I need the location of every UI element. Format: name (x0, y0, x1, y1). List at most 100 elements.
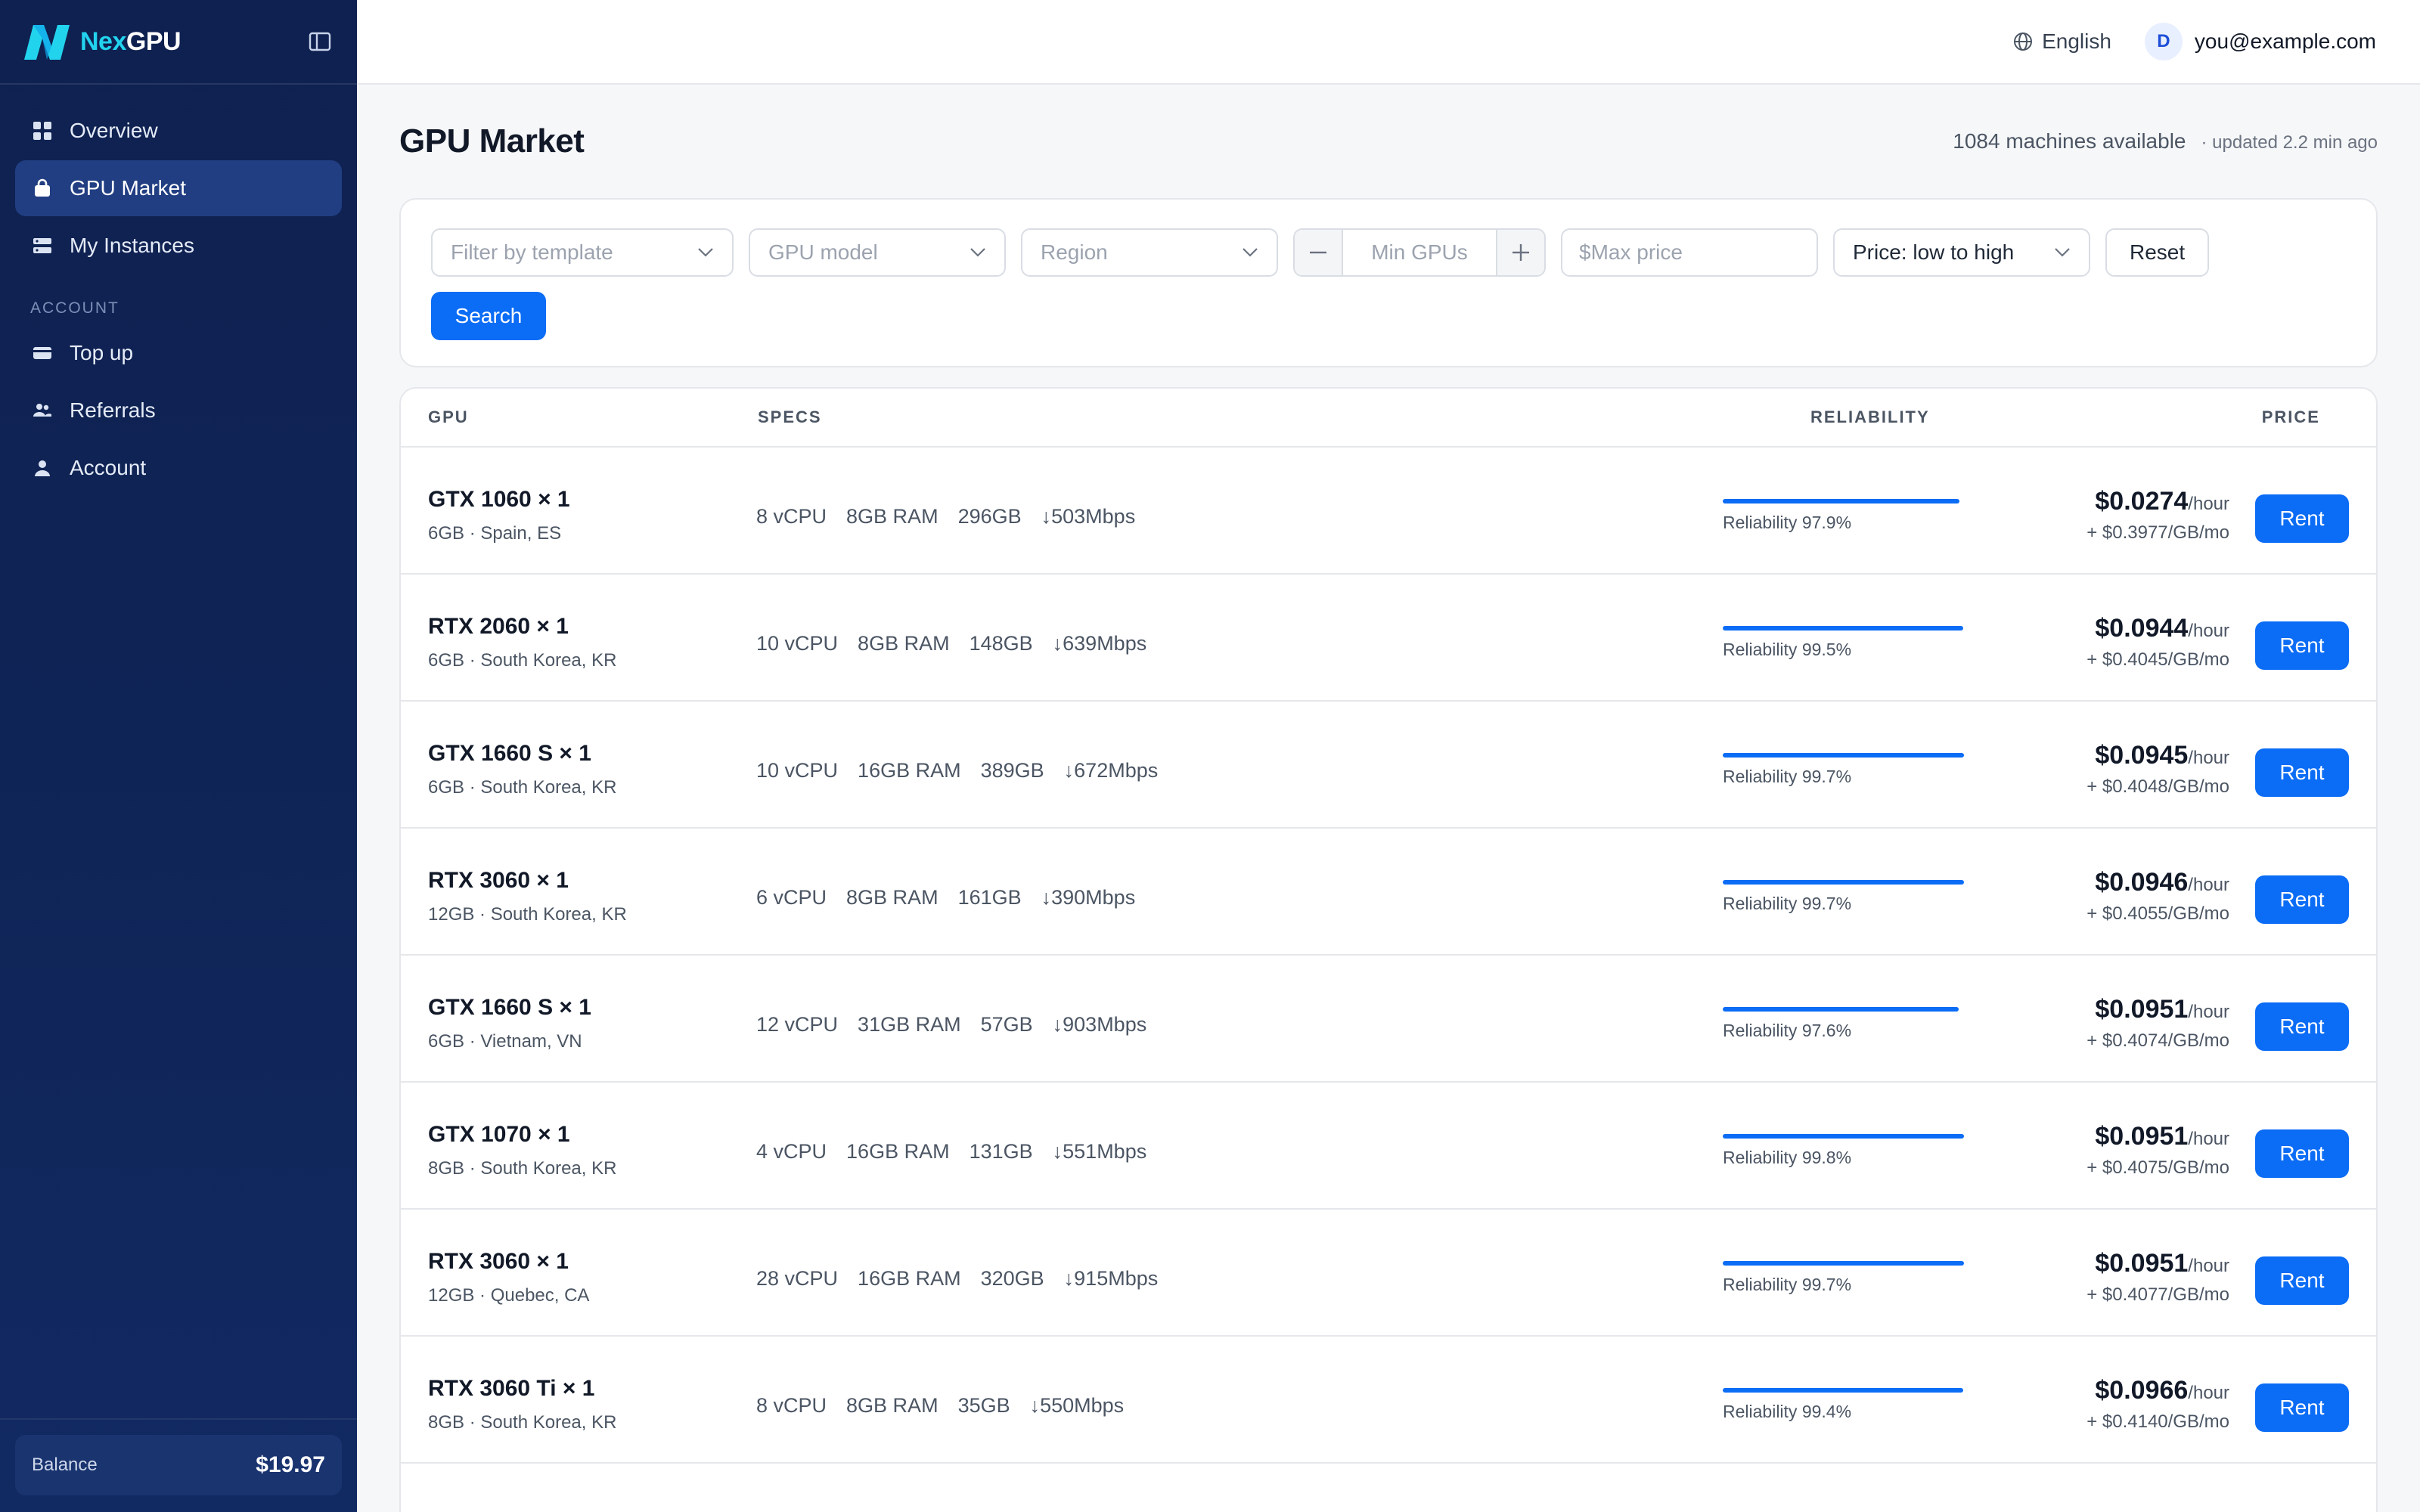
price-hour: $0.0944 (2095, 614, 2189, 643)
table-row: GTX 1060 × 1 6GB · Spain, ES 8 vCPU 8GB RAM… (401, 448, 2376, 575)
sort-select[interactable]: Price: low to high (1833, 228, 2090, 277)
column-header-reliability: RELIABILITY (1810, 407, 1930, 426)
user-email: you@example.com (2194, 29, 2376, 53)
reliability-label: Reliability 99.4% (1723, 1402, 1852, 1421)
spec-cpu: 10 vCPU (756, 759, 839, 782)
storage-price: + $0.4045/GB/mo (2086, 649, 2229, 670)
price-unit: /hour (2188, 1256, 2229, 1276)
region-select[interactable]: Region (1021, 228, 1278, 277)
specs: 12 vCPU 31GB RAM 57GB ↓903Mbps (756, 1013, 1166, 1036)
spec-cpu: 28 vCPU (756, 1267, 839, 1290)
spec-disk: 389GB (980, 759, 1044, 782)
sidebar: NexGPU Overview GPU Market My Instances … (0, 0, 357, 1512)
machines-available: 1084 machines available (1953, 129, 2186, 153)
sidebar-item-referrals[interactable]: Referrals (15, 383, 342, 438)
reliability: Reliability 99.7% (1723, 1261, 1965, 1295)
column-header-price: PRICE (2261, 407, 2320, 426)
specs: 8 vCPU 8GB RAM 296GB ↓503Mbps (756, 505, 1155, 528)
table-row: RTX 2060 × 1 6GB · South Korea, KR 10 vCPU… (401, 575, 2376, 702)
top-bar: English D you@example.com (357, 0, 2420, 85)
spec-disk: 148GB (969, 632, 1033, 655)
table-row: RTX 3060 × 1 12GB · South Korea, KR 6 vCPU… (401, 829, 2376, 956)
max-price-input[interactable]: $Max price (1561, 228, 1818, 277)
min-gpus-input[interactable]: Min GPUs (1342, 230, 1497, 275)
gpu-subtitle: 6GB · South Korea, KR (428, 650, 617, 671)
price-hour: $0.0951 (2095, 995, 2189, 1024)
spec-network: ↓390Mbps (1041, 886, 1136, 909)
price: $0.0951/hour + $0.4077/GB/mo (2086, 1249, 2229, 1306)
gpu-name: RTX 3060 Ti × 1 (428, 1376, 595, 1401)
spec-ram: 8GB RAM (846, 886, 939, 909)
spec-cpu: 8 vCPU (756, 1394, 827, 1417)
availability-info: 1084 machines available · updated 2.2 mi… (1953, 129, 2378, 153)
reset-button[interactable]: Reset (2105, 228, 2210, 277)
sidebar-item-gpu-market[interactable]: GPU Market (15, 160, 342, 216)
reliability-bar (1723, 1388, 1963, 1393)
gpu-name: RTX 3060 × 1 (428, 1249, 569, 1274)
sidebar-item-overview[interactable]: Overview (15, 103, 342, 159)
spec-disk: 131GB (969, 1140, 1033, 1163)
spec-disk: 57GB (980, 1013, 1033, 1036)
updated-time: · updated 2.2 min ago (2201, 132, 2378, 153)
spec-cpu: 4 vCPU (756, 1140, 827, 1163)
brand-name: NexGPU (80, 26, 182, 56)
reliability-bar (1723, 499, 1959, 503)
table-header: GPU SPECS RELIABILITY PRICE (401, 389, 2376, 448)
spec-network: ↓915Mbps (1063, 1267, 1159, 1290)
rent-button[interactable]: Rent (2255, 1383, 2349, 1432)
storage-price: + $0.4074/GB/mo (2086, 1030, 2229, 1051)
user-menu[interactable]: D you@example.com (2144, 23, 2376, 60)
sidebar-item-my-instances[interactable]: My Instances (15, 218, 342, 274)
filter-panel: Filter by template GPU model Region Min … (399, 198, 2378, 367)
rent-button[interactable]: Rent (2255, 748, 2349, 797)
plus-icon (1512, 244, 1529, 261)
storage-price: + $0.4075/GB/mo (2086, 1157, 2229, 1178)
price: $0.0966/hour + $0.4140/GB/mo (2086, 1376, 2229, 1433)
sidebar-item-account[interactable]: Account (15, 440, 342, 496)
spec-cpu: 10 vCPU (756, 632, 839, 655)
user-icon (32, 457, 53, 479)
sidebar-item-top-up[interactable]: Top up (15, 325, 342, 381)
template-filter[interactable]: Filter by template (431, 228, 734, 277)
table-row: GTX 1070 × 1 8GB · South Korea, KR 4 vCPU 1… (401, 1083, 2376, 1210)
globe-icon (2014, 33, 2033, 51)
spec-cpu: 6 vCPU (756, 886, 827, 909)
sidebar-item-label: Referrals (70, 398, 156, 422)
reliability-bar (1723, 753, 1964, 758)
table-body: GTX 1060 × 1 6GB · Spain, ES 8 vCPU 8GB RAM… (401, 448, 2376, 1464)
rent-button[interactable]: Rent (2255, 1256, 2349, 1305)
gpu-model-select[interactable]: GPU model (749, 228, 1006, 277)
price-hour: $0.0274 (2095, 487, 2189, 516)
gpu-name: GTX 1660 S × 1 (428, 995, 591, 1020)
reliability-bar (1723, 1134, 1964, 1139)
card-icon (32, 342, 53, 364)
chevron-down-icon (2055, 248, 2070, 257)
reliability-label: Reliability 99.8% (1723, 1148, 1852, 1167)
rent-button[interactable]: Rent (2255, 1002, 2349, 1051)
specs: 10 vCPU 16GB RAM 389GB ↓672Mbps (756, 759, 1177, 782)
rent-button[interactable]: Rent (2255, 875, 2349, 924)
reliability: Reliability 99.8% (1723, 1134, 1965, 1168)
rent-button[interactable]: Rent (2255, 621, 2349, 670)
rent-button[interactable]: Rent (2255, 1129, 2349, 1178)
reliability-bar (1723, 626, 1963, 631)
rent-button[interactable]: Rent (2255, 494, 2349, 543)
specs: 6 vCPU 8GB RAM 161GB ↓390Mbps (756, 886, 1155, 909)
reliability-label: Reliability 97.6% (1723, 1021, 1852, 1040)
chevron-down-icon (698, 248, 713, 257)
bag-icon (32, 178, 53, 199)
price: $0.0945/hour + $0.4048/GB/mo (2086, 741, 2229, 798)
column-header-gpu: GPU (428, 407, 469, 426)
spec-disk: 161GB (957, 886, 1022, 909)
price: $0.0951/hour + $0.4074/GB/mo (2086, 995, 2229, 1052)
page-title: GPU Market (399, 122, 585, 160)
language-selector[interactable]: English (2013, 29, 2111, 54)
increment-button[interactable] (1497, 230, 1544, 275)
template-filter-placeholder: Filter by template (451, 240, 613, 264)
price-unit: /hour (2188, 748, 2229, 768)
table-row: GTX 1660 S × 1 6GB · Vietnam, VN 12 vCPU 31… (401, 956, 2376, 1083)
decrement-button[interactable] (1295, 230, 1342, 275)
price-unit: /hour (2188, 1383, 2229, 1403)
search-button[interactable]: Search (431, 292, 546, 340)
sidebar-toggle-icon[interactable] (309, 30, 331, 53)
